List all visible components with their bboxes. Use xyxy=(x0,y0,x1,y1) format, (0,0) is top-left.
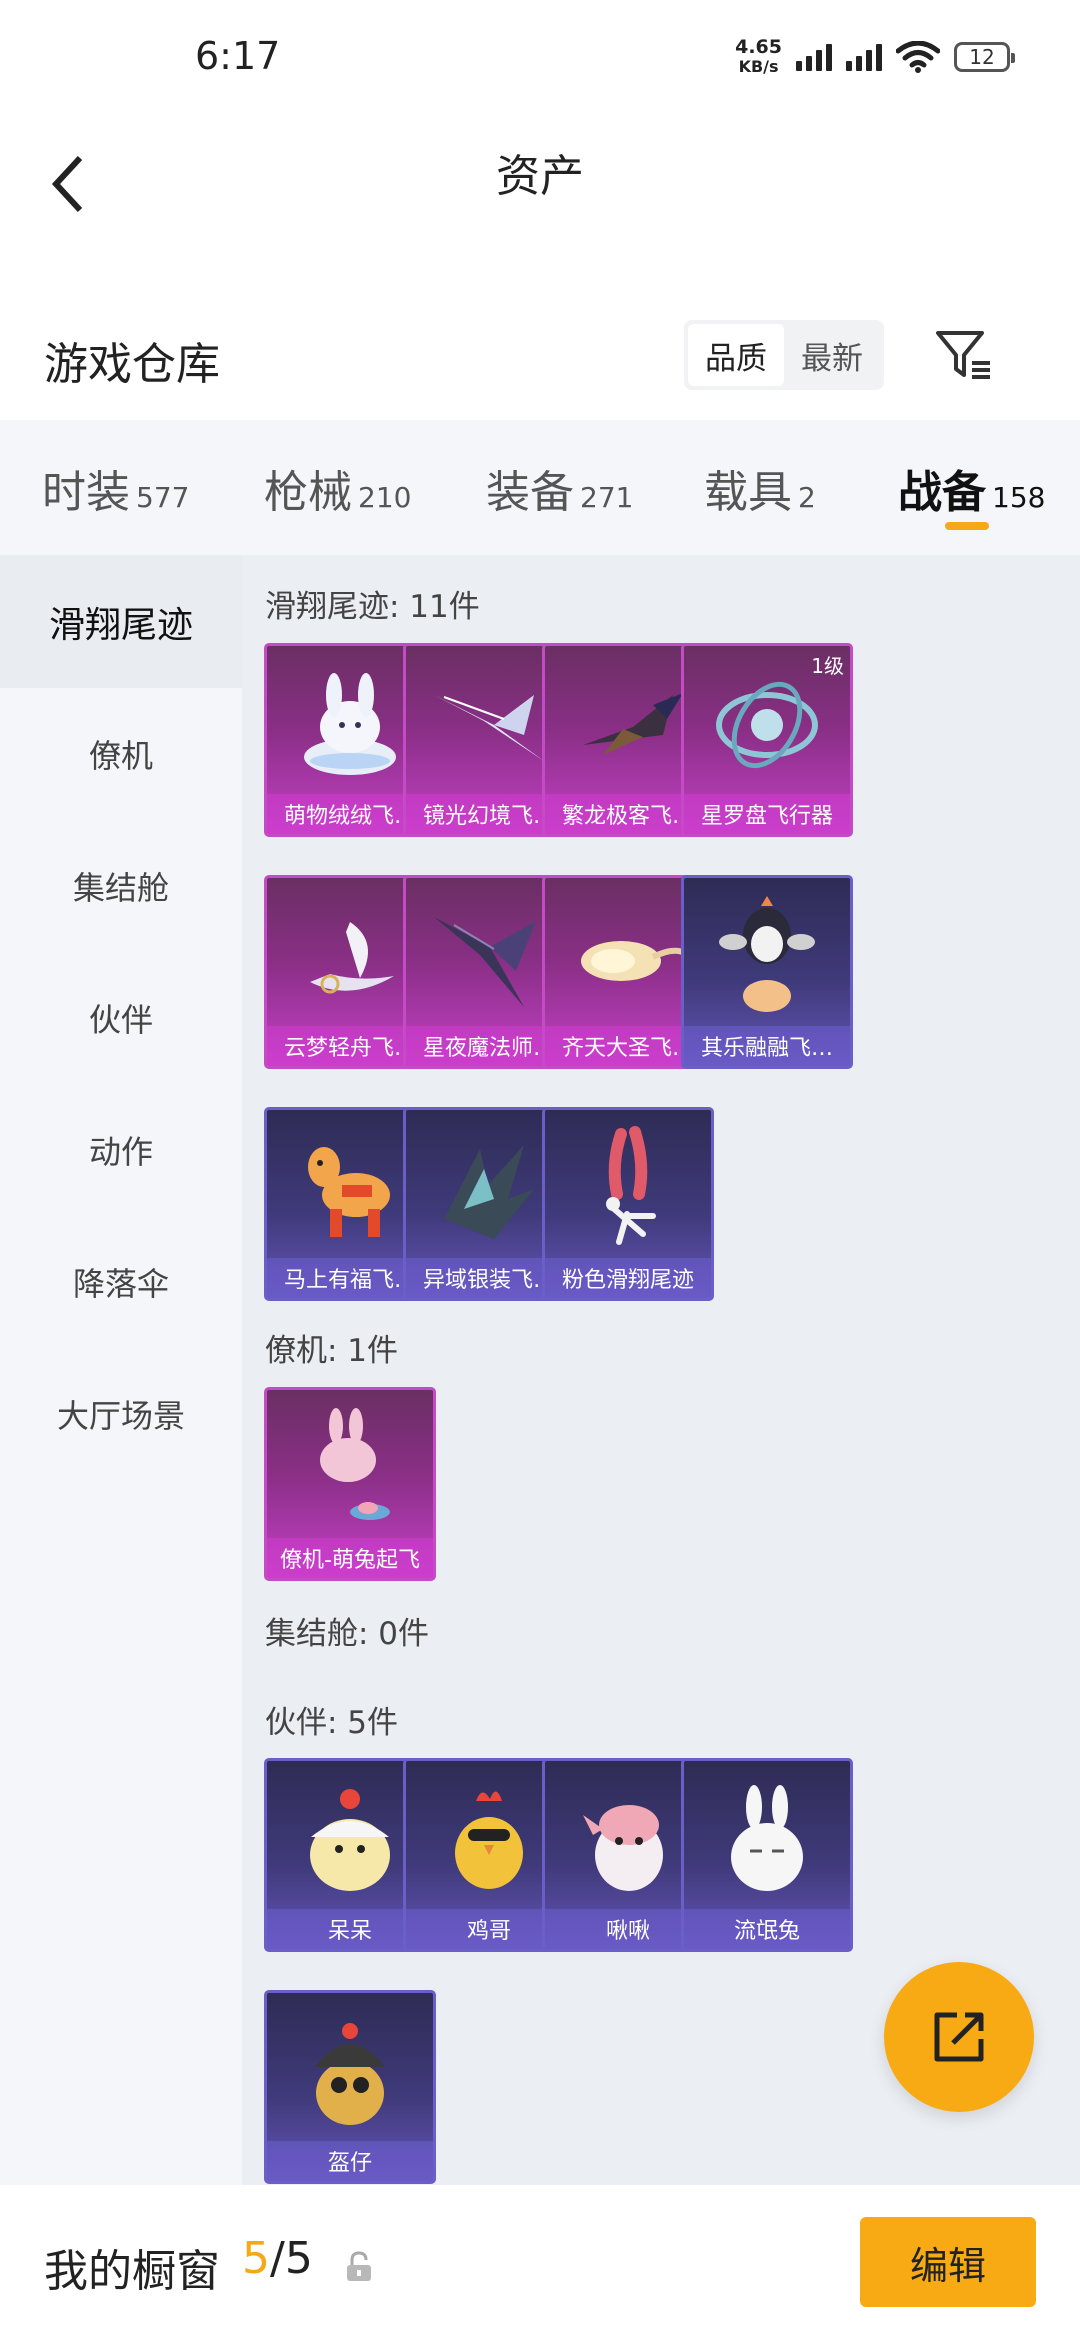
side-item-wingman[interactable]: 僚机 xyxy=(0,688,242,820)
side-item-emotes[interactable]: 动作 xyxy=(0,1084,242,1216)
warehouse-title: 游戏仓库 xyxy=(44,339,220,390)
tab-fashion[interactable]: 时装 577 xyxy=(42,456,189,520)
status-bar: 6:17 4.65 KB/s 12 xyxy=(0,0,1080,120)
section-title-companions: 伙伴: 5件 xyxy=(265,1705,399,1741)
sort-quality-button[interactable]: 品质 xyxy=(688,324,784,386)
item-name: 其乐融融飞… xyxy=(684,1026,850,1066)
filter-icon xyxy=(936,331,990,379)
status-icons: 4.65 KB/s 12 xyxy=(735,36,1015,77)
item-name: 盔仔 xyxy=(267,2141,433,2181)
status-time: 6:17 xyxy=(195,34,281,78)
tab-count: 2 xyxy=(798,481,816,514)
item-name: 流氓兔 xyxy=(684,1909,850,1949)
item-name: 僚机-萌兔起飞 xyxy=(267,1538,433,1578)
helmet-chick-icon xyxy=(267,2001,433,2143)
penguin-glider-icon xyxy=(684,886,850,1028)
signal-icon-2 xyxy=(846,43,882,71)
tab-label: 装备 xyxy=(486,467,574,518)
item-name: 粉色滑翔尾迹 xyxy=(545,1258,711,1298)
tab-label: 载具 xyxy=(704,467,792,518)
signal-icon xyxy=(796,43,832,71)
bunny-drone-icon xyxy=(267,1398,433,1540)
item-card[interactable]: 盔仔 xyxy=(264,1990,436,2184)
tab-guns[interactable]: 枪械 210 xyxy=(264,456,411,520)
tab-label: 时装 xyxy=(42,467,130,518)
item-card[interactable]: 1级 星罗盘飞行器 xyxy=(681,643,853,837)
edit-button[interactable]: 编辑 xyxy=(860,2217,1036,2307)
sort-toggle: 品质 最新 xyxy=(684,320,884,390)
side-nav: 滑翔尾迹 僚机 集结舱 伙伴 动作 降落伞 大厅场景 xyxy=(0,555,242,2185)
filter-button[interactable] xyxy=(930,320,998,390)
tab-count: 577 xyxy=(136,481,190,514)
showcase-bar: 我的橱窗 5/5 编辑 xyxy=(0,2185,1080,2340)
pink-smoke-icon xyxy=(545,1118,711,1260)
item-card[interactable]: 流氓兔 xyxy=(681,1758,853,1952)
header: 资产 xyxy=(0,120,1080,290)
showcase-count-total: /5 xyxy=(270,2233,313,2284)
section-title-glide-trails: 滑翔尾迹: 11件 xyxy=(265,589,480,625)
tab-label: 战备 xyxy=(898,467,986,518)
items-content: 滑翔尾迹: 11件 萌物绒绒飞… 镜光幻境飞… 繁龙极客飞… 1级 星罗盘飞行器… xyxy=(242,555,1080,2185)
side-item-glide-trails[interactable]: 滑翔尾迹 xyxy=(0,555,242,688)
side-item-companions[interactable]: 伙伴 xyxy=(0,952,242,1084)
net-speed-value: 4.65 xyxy=(735,36,782,58)
share-fab[interactable] xyxy=(884,1962,1034,2112)
tab-count: 210 xyxy=(358,481,412,514)
section-title-wingman: 僚机: 1件 xyxy=(265,1333,399,1369)
section-title-rally-pod: 集结舱: 0件 xyxy=(265,1616,430,1652)
net-speed: 4.65 KB/s xyxy=(735,36,782,77)
showcase-title: 我的橱窗 xyxy=(44,2246,220,2297)
tab-vehicles[interactable]: 载具 2 xyxy=(704,456,816,520)
active-tab-indicator xyxy=(945,522,989,530)
tab-count: 271 xyxy=(580,481,634,514)
side-item-lobby-scene[interactable]: 大厅场景 xyxy=(0,1348,242,1480)
sort-newest-button[interactable]: 最新 xyxy=(784,324,880,386)
page-title: 资产 xyxy=(496,151,584,202)
net-speed-unit: KB/s xyxy=(738,57,779,76)
showcase-count-current: 5 xyxy=(242,2233,270,2284)
tab-count: 158 xyxy=(992,481,1046,514)
showcase-count: 5/5 xyxy=(242,2233,313,2284)
side-item-parachute[interactable]: 降落伞 xyxy=(0,1216,242,1348)
tab-war-gear[interactable]: 战备 158 xyxy=(898,456,1045,520)
category-tabs: 时装 577 枪械 210 装备 271 载具 2 战备 158 xyxy=(0,420,1080,555)
white-rabbit-icon xyxy=(684,1769,850,1911)
share-icon xyxy=(934,2012,984,2062)
item-card[interactable]: 僚机-萌兔起飞 xyxy=(264,1387,436,1581)
side-item-rally-pod[interactable]: 集结舱 xyxy=(0,820,242,952)
star-compass-icon xyxy=(684,654,850,796)
tab-label: 枪械 xyxy=(264,467,352,518)
lock-icon xyxy=(347,2251,371,2281)
item-card[interactable]: 其乐融融飞… xyxy=(681,875,853,1069)
item-card[interactable]: 粉色滑翔尾迹 xyxy=(542,1107,714,1301)
warehouse-row: 游戏仓库 品质 最新 xyxy=(0,290,1080,420)
tab-equipment[interactable]: 装备 271 xyxy=(486,456,633,520)
battery-level: 12 xyxy=(969,45,995,69)
item-name: 星罗盘飞行器 xyxy=(684,794,850,834)
battery-icon: 12 xyxy=(954,42,1015,72)
wifi-icon xyxy=(896,41,940,73)
